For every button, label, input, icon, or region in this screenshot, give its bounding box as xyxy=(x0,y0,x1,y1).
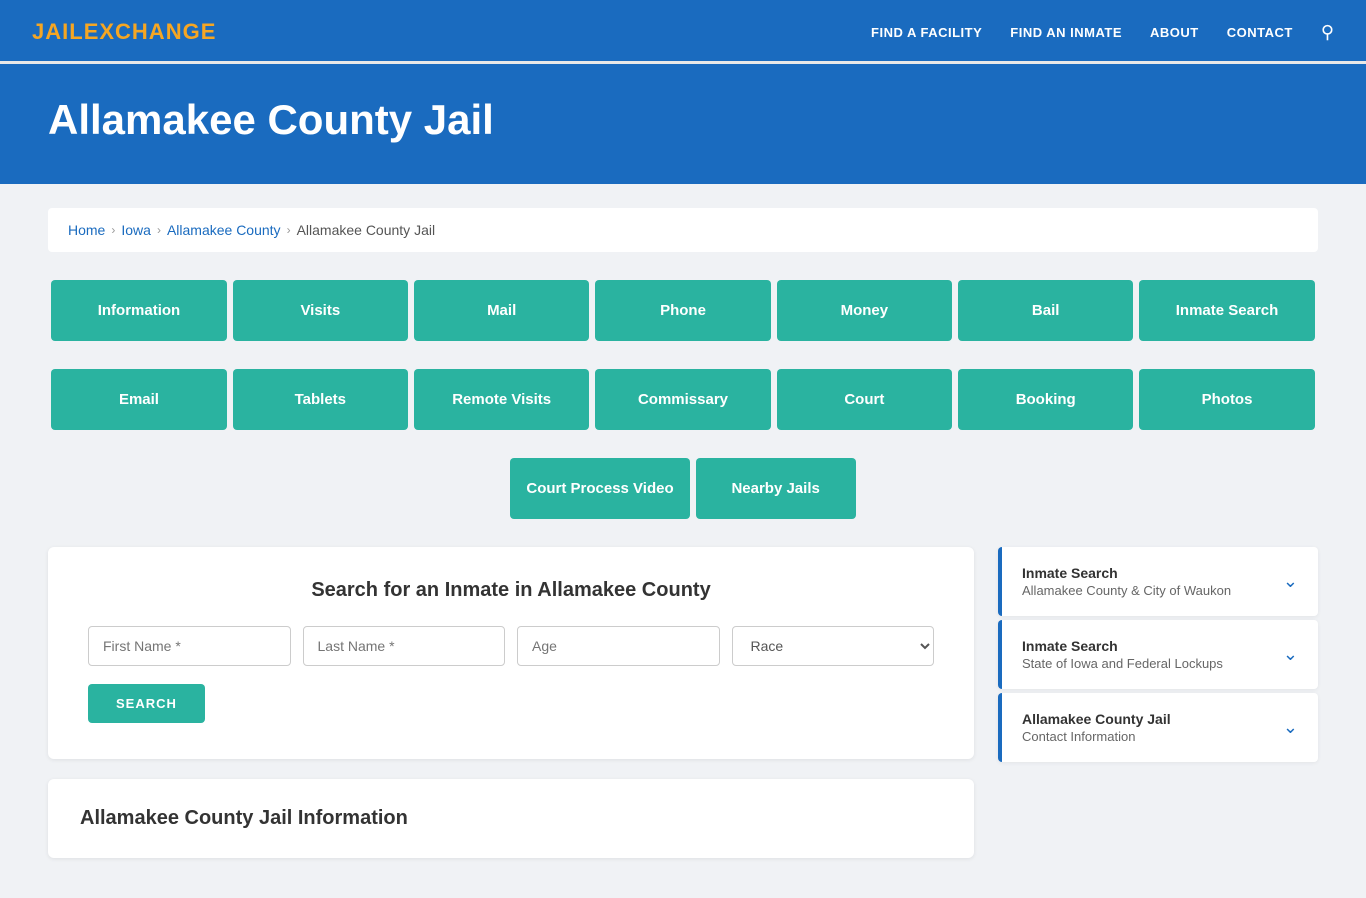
btn-inmate-search[interactable]: Inmate Search xyxy=(1139,280,1314,341)
sidebar-item-1[interactable]: Inmate Search State of Iowa and Federal … xyxy=(998,620,1318,689)
page-title: Allamakee County Jail xyxy=(48,96,1318,144)
contact-link[interactable]: CONTACT xyxy=(1227,25,1293,40)
find-inmate-link[interactable]: FIND AN INMATE xyxy=(1010,25,1122,40)
age-input[interactable] xyxy=(517,626,720,666)
search-title: Search for an Inmate in Allamakee County xyxy=(88,579,934,602)
sidebar-item-2[interactable]: Allamakee County Jail Contact Informatio… xyxy=(998,693,1318,762)
btn-mail[interactable]: Mail xyxy=(414,280,589,341)
btn-money[interactable]: Money xyxy=(777,280,952,341)
sidebar-item-0-title: Inmate Search xyxy=(1022,565,1231,581)
content-layout: Search for an Inmate in Allamakee County… xyxy=(48,547,1318,858)
navbar: JAILEXCHANGE FIND A FACILITY FIND AN INM… xyxy=(0,0,1366,64)
sidebar-item-1-sub: State of Iowa and Federal Lockups xyxy=(1022,656,1223,671)
last-name-input[interactable] xyxy=(303,626,506,666)
search-panel: Search for an Inmate in Allamakee County… xyxy=(48,547,974,759)
btn-court[interactable]: Court xyxy=(777,369,952,430)
sidebar-item-1-title: Inmate Search xyxy=(1022,638,1223,654)
btn-email[interactable]: Email xyxy=(51,369,226,430)
sidebar-item-2-text: Allamakee County Jail Contact Informatio… xyxy=(1022,711,1171,744)
btn-court-process-video[interactable]: Court Process Video xyxy=(510,458,689,519)
breadcrumb-iowa[interactable]: Iowa xyxy=(121,222,151,238)
button-grid-row2: Email Tablets Remote Visits Commissary C… xyxy=(48,369,1318,430)
btn-phone[interactable]: Phone xyxy=(595,280,770,341)
logo-accent: EXCHANGE xyxy=(84,19,217,44)
breadcrumb-county[interactable]: Allamakee County xyxy=(167,222,281,238)
sep-2: › xyxy=(157,223,161,237)
main-area: Home › Iowa › Allamakee County › Allamak… xyxy=(0,184,1366,898)
search-button[interactable]: SEARCH xyxy=(88,684,205,723)
sidebar-item-2-sub: Contact Information xyxy=(1022,729,1171,744)
nav-links: FIND A FACILITY FIND AN INMATE ABOUT CON… xyxy=(871,22,1334,43)
btn-booking[interactable]: Booking xyxy=(958,369,1133,430)
btn-visits[interactable]: Visits xyxy=(233,280,408,341)
sep-1: › xyxy=(111,223,115,237)
logo-main: JAIL xyxy=(32,19,84,44)
breadcrumb-current: Allamakee County Jail xyxy=(297,222,436,238)
search-fields: Race White Black Hispanic Asian Other xyxy=(88,626,934,666)
button-grid-row3: Court Process Video Nearby Jails xyxy=(48,458,1318,519)
chevron-down-icon-1: ⌄ xyxy=(1283,644,1298,665)
first-name-input[interactable] xyxy=(88,626,291,666)
sidebar-item-0[interactable]: Inmate Search Allamakee County & City of… xyxy=(998,547,1318,616)
info-title: Allamakee County Jail Information xyxy=(80,807,942,830)
btn-information[interactable]: Information xyxy=(51,280,226,341)
chevron-down-icon-0: ⌄ xyxy=(1283,571,1298,592)
btn-tablets[interactable]: Tablets xyxy=(233,369,408,430)
sidebar: Inmate Search Allamakee County & City of… xyxy=(998,547,1318,762)
sidebar-item-0-sub: Allamakee County & City of Waukon xyxy=(1022,583,1231,598)
sep-3: › xyxy=(287,223,291,237)
find-facility-link[interactable]: FIND A FACILITY xyxy=(871,25,982,40)
race-select[interactable]: Race White Black Hispanic Asian Other xyxy=(732,626,935,666)
about-link[interactable]: ABOUT xyxy=(1150,25,1199,40)
button-grid-row1: Information Visits Mail Phone Money Bail… xyxy=(48,280,1318,341)
chevron-down-icon-2: ⌄ xyxy=(1283,717,1298,738)
left-column: Search for an Inmate in Allamakee County… xyxy=(48,547,974,858)
search-icon[interactable]: ⚲ xyxy=(1321,22,1334,43)
btn-nearby-jails[interactable]: Nearby Jails xyxy=(696,458,856,519)
sidebar-item-2-title: Allamakee County Jail xyxy=(1022,711,1171,727)
btn-commissary[interactable]: Commissary xyxy=(595,369,770,430)
breadcrumb: Home › Iowa › Allamakee County › Allamak… xyxy=(48,208,1318,252)
btn-remote-visits[interactable]: Remote Visits xyxy=(414,369,589,430)
breadcrumb-home[interactable]: Home xyxy=(68,222,105,238)
btn-photos[interactable]: Photos xyxy=(1139,369,1314,430)
hero-section: Allamakee County Jail xyxy=(0,64,1366,184)
logo[interactable]: JAILEXCHANGE xyxy=(32,19,216,45)
info-section: Allamakee County Jail Information xyxy=(48,779,974,858)
sidebar-item-0-text: Inmate Search Allamakee County & City of… xyxy=(1022,565,1231,598)
sidebar-item-1-text: Inmate Search State of Iowa and Federal … xyxy=(1022,638,1223,671)
btn-bail[interactable]: Bail xyxy=(958,280,1133,341)
